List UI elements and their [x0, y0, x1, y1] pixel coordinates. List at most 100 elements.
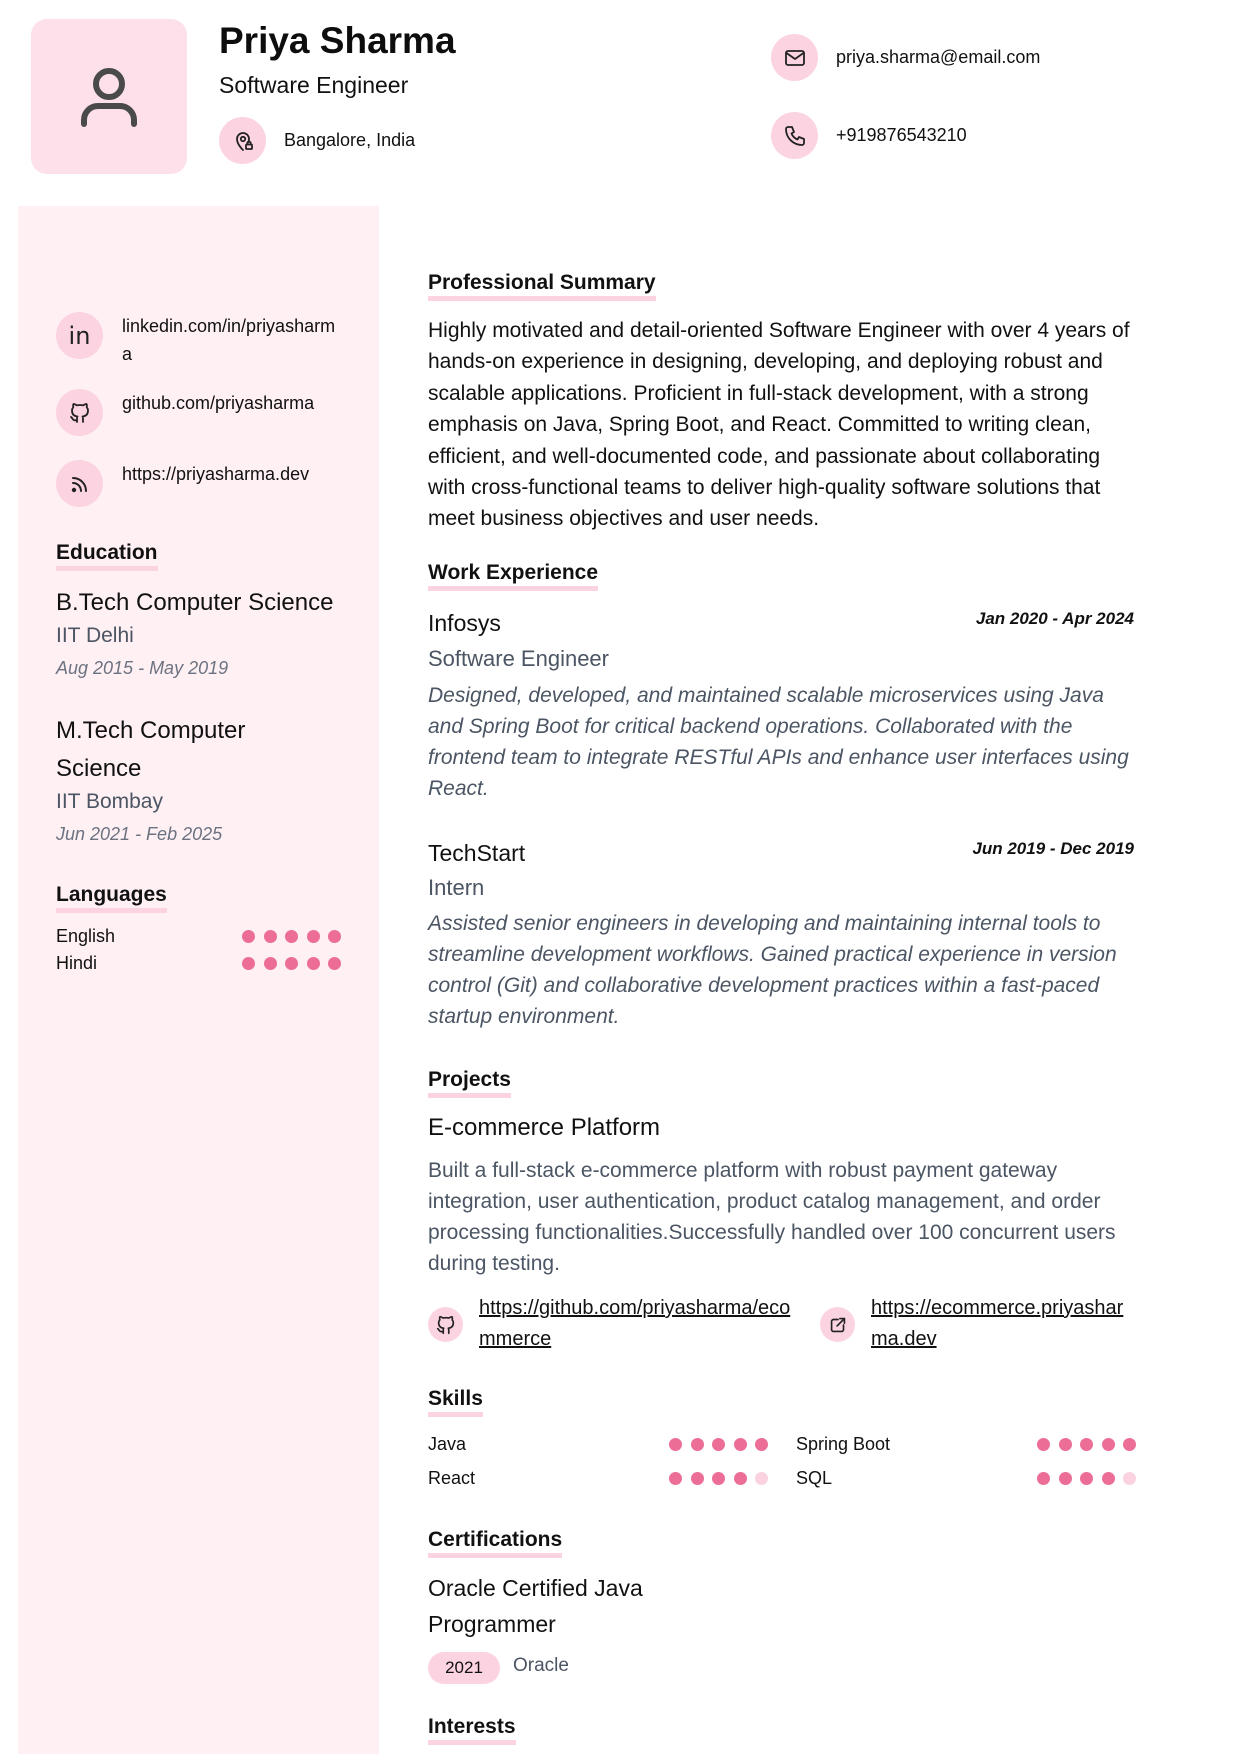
level-dot-filled [1080, 1438, 1093, 1451]
level-dot-empty [755, 1472, 768, 1485]
linkedin-link[interactable]: in linkedin.com/in/priyasharma [56, 312, 337, 368]
skill-row: Java [428, 1434, 768, 1455]
level-dot-filled [328, 957, 341, 970]
skill-level [661, 1438, 768, 1451]
experience-role: Intern [428, 875, 485, 900]
github-link[interactable]: github.com/priyasharma [56, 389, 337, 436]
mail-icon [784, 49, 805, 66]
certification-issuer: Oracle [513, 1655, 569, 1676]
summary-text: Highly motivated and detail-oriented Sof… [428, 319, 1130, 531]
email-text[interactable]: priya.sharma@email.com [836, 47, 1040, 68]
level-dot-filled [669, 1472, 682, 1485]
skill-level [1029, 1438, 1136, 1451]
education-school: IIT Delhi [56, 624, 134, 647]
level-dot-filled [306, 957, 320, 970]
language-level [234, 957, 341, 970]
github-text[interactable]: github.com/priyasharma [122, 389, 337, 417]
skill-name: React [428, 1468, 476, 1488]
location: Bangalore, India [219, 117, 415, 164]
website-link[interactable]: https://priyasharma.dev [56, 460, 337, 507]
website-text[interactable]: https://priyasharma.dev [122, 460, 337, 488]
level-dot-filled [306, 930, 320, 943]
experience-dates: Jan 2020 - Apr 2024 [975, 609, 1134, 628]
level-dot-filled [242, 930, 255, 943]
level-dot-filled [1037, 1438, 1050, 1451]
certification-year-badge: 2021 [428, 1652, 500, 1684]
skill-row: Spring Boot [796, 1434, 1136, 1455]
candidate-title: Software Engineer [219, 72, 409, 98]
experience-company: TechStart [428, 840, 526, 866]
section-title-summary: Professional Summary [428, 272, 656, 301]
project-description: Built a full-stack e-commerce platform w… [428, 1159, 1116, 1275]
level-dot-filled [263, 957, 277, 970]
level-dot-filled [712, 1472, 725, 1485]
level-dot-filled [733, 1438, 747, 1451]
project-title: E-commerce Platform [428, 1114, 661, 1141]
section-title-interests: Interests [428, 1716, 516, 1745]
language-row: Hindi [56, 953, 341, 974]
rss-icon [71, 476, 87, 492]
experience-description: Designed, developed, and maintained scal… [428, 684, 1129, 800]
user-icon [81, 67, 137, 127]
skill-name: Java [428, 1434, 467, 1454]
level-dot-filled [242, 957, 255, 970]
education-dates: Aug 2015 - May 2019 [56, 658, 229, 678]
project-repo-link[interactable]: https://github.com/priyasharma/ecommerce [428, 1293, 794, 1355]
level-dot-filled [755, 1438, 768, 1451]
linkedin-text[interactable]: linkedin.com/in/priyasharma [122, 312, 337, 368]
language-name: English [56, 926, 116, 946]
location-text: Bangalore, India [284, 130, 416, 150]
section-title-projects: Projects [428, 1069, 511, 1098]
level-dot-filled [690, 1472, 704, 1485]
section-title-languages: Languages [56, 884, 167, 913]
github-icon [436, 1315, 454, 1334]
skill-name: SQL [796, 1468, 833, 1488]
level-dot-filled [1101, 1472, 1115, 1485]
experience-dates: Jun 2019 - Dec 2019 [972, 839, 1134, 858]
project-live-url[interactable]: https://ecommerce.priyasharma.dev [871, 1293, 1131, 1355]
level-dot-filled [1058, 1472, 1072, 1485]
level-dot-filled [328, 930, 341, 943]
skill-level [661, 1472, 768, 1485]
level-dot-filled [1080, 1472, 1093, 1485]
experience-role: Software Engineer [428, 646, 609, 671]
level-dot-empty [1123, 1472, 1136, 1485]
section-title-skills: Skills [428, 1388, 483, 1417]
section-title-education: Education [56, 542, 158, 571]
skill-name: Spring Boot [796, 1434, 891, 1454]
phone-text[interactable]: +919876543210 [836, 125, 967, 146]
project-repo-url[interactable]: https://github.com/priyasharma/ecommerce [479, 1293, 794, 1355]
experience-description: Assisted senior engineers in developing … [428, 912, 1117, 1028]
education-degree: M.Tech Computer Science [56, 717, 246, 782]
phone-contact[interactable]: +919876543210 [771, 112, 967, 159]
level-dot-filled [690, 1438, 704, 1451]
level-dot-filled [285, 957, 298, 970]
email-contact[interactable]: priya.sharma@email.com [771, 34, 1040, 81]
skill-row: SQL [796, 1468, 1136, 1489]
github-icon [69, 402, 89, 423]
education-school: IIT Bombay [56, 790, 163, 813]
level-dot-filled [1037, 1472, 1050, 1485]
level-dot-filled [712, 1438, 725, 1451]
skill-level [1029, 1472, 1136, 1485]
language-name: Hindi [56, 953, 98, 973]
sidebar: in linkedin.com/in/priyasharma github.co… [18, 206, 379, 1754]
phone-icon [784, 125, 805, 146]
skill-row: React [428, 1468, 768, 1489]
level-dot-filled [1101, 1438, 1115, 1451]
experience-company: Infosys [428, 610, 501, 636]
level-dot-filled [733, 1472, 747, 1485]
education-dates: Jun 2021 - Feb 2025 [56, 824, 223, 844]
section-title-experience: Work Experience [428, 562, 599, 591]
avatar [31, 19, 187, 174]
level-dot-filled [1123, 1438, 1136, 1451]
level-dot-filled [263, 930, 277, 943]
level-dot-filled [285, 930, 298, 943]
certification-title: Oracle Certified Java Programmer [428, 1575, 643, 1637]
candidate-name: Priya Sharma [219, 20, 456, 61]
project-live-link[interactable]: https://ecommerce.priyasharma.dev [820, 1293, 1131, 1355]
external-link-icon [830, 1317, 845, 1332]
language-level [234, 930, 341, 943]
level-dot-filled [1058, 1438, 1072, 1451]
level-dot-filled [669, 1438, 682, 1451]
